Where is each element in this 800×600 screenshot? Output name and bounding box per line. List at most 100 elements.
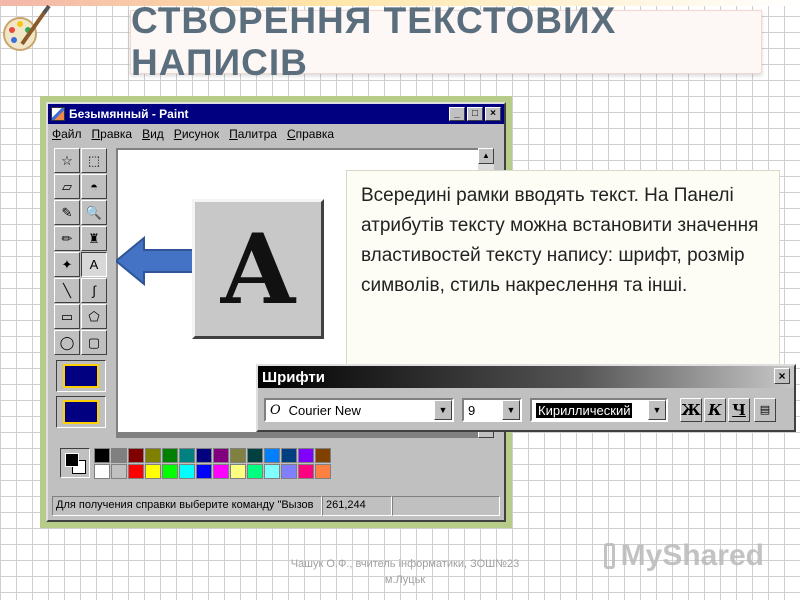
- left-arrow-icon: [116, 236, 195, 286]
- color-swatch[interactable]: [247, 448, 263, 463]
- color-swatch[interactable]: [264, 448, 280, 463]
- color-swatch[interactable]: [315, 448, 331, 463]
- font-size-value: 9: [468, 402, 476, 418]
- info-text-box: Всередині рамки вводять текст. На Панелі…: [346, 170, 780, 366]
- italic-button[interactable]: К: [704, 398, 726, 422]
- fonts-toolbar-titlebar[interactable]: Шрифти ×: [258, 366, 794, 388]
- color-swatches: [94, 448, 331, 479]
- background-mode-icon: [63, 364, 99, 388]
- watermark: MyShared: [604, 536, 764, 576]
- font-name-value: Courier New: [288, 402, 361, 418]
- info-text: Всередині рамки вводять текст. На Панелі…: [361, 185, 759, 296]
- fonts-toolbar-title: Шрифти: [262, 368, 325, 386]
- color-swatch[interactable]: [162, 464, 178, 479]
- bold-button[interactable]: Ж: [680, 398, 702, 422]
- polygon-icon[interactable]: ⬠: [81, 304, 107, 329]
- fonts-toolbar: Шрифти × O Courier New ▼ 9 ▼ Кириллическ…: [256, 364, 796, 432]
- color-picker-icon[interactable]: ✎: [54, 200, 80, 225]
- paint-titlebar[interactable]: Безымянный - Paint _ □ ×: [48, 104, 504, 124]
- color-swatch[interactable]: [230, 464, 246, 479]
- paint-window-title: Безымянный - Paint: [69, 107, 189, 121]
- color-swatch[interactable]: [162, 448, 178, 463]
- line-icon[interactable]: ╲: [54, 278, 80, 303]
- status-size: [392, 496, 500, 516]
- watermark-text: MyShared: [620, 539, 764, 572]
- color-swatch[interactable]: [145, 464, 161, 479]
- color-swatch[interactable]: [94, 448, 110, 463]
- truetype-icon: O: [270, 402, 281, 418]
- magnifier-icon[interactable]: 🔍: [81, 200, 107, 225]
- color-palette: [60, 444, 360, 484]
- color-swatch[interactable]: [298, 464, 314, 479]
- color-swatch[interactable]: [94, 464, 110, 479]
- pencil-icon[interactable]: ✏: [54, 226, 80, 251]
- footer-credit: Чашук О.Ф., вчитель інформатики, ЗОШ№23 …: [290, 558, 520, 586]
- color-swatch[interactable]: [213, 464, 229, 479]
- text-icon[interactable]: A: [81, 252, 107, 277]
- curve-icon[interactable]: ∫: [81, 278, 107, 303]
- color-swatch[interactable]: [128, 464, 144, 479]
- minimize-button[interactable]: _: [449, 107, 465, 121]
- foreground-color: [65, 453, 79, 467]
- monitor-icon: [604, 543, 615, 569]
- color-swatch[interactable]: [247, 464, 263, 479]
- font-size-select[interactable]: 9 ▼: [462, 398, 522, 422]
- color-swatch[interactable]: [230, 448, 246, 463]
- chevron-down-icon[interactable]: ▼: [502, 400, 520, 420]
- color-swatch[interactable]: [298, 448, 314, 463]
- opaque-background-option[interactable]: [56, 360, 106, 392]
- ellipse-icon[interactable]: ◯: [54, 330, 80, 355]
- toolbox: ☆ ⬚ ▱ ◓ ✎ 🔍 ✏ ♜ ✦ A ╲ ∫ ▭ ⬠ ◯ ▢: [52, 148, 110, 478]
- color-swatch[interactable]: [128, 448, 144, 463]
- slide-title: СТВОРЕННЯ ТЕКСТОВИХ НАПИСІВ: [131, 0, 617, 83]
- color-swatch[interactable]: [145, 448, 161, 463]
- color-swatch[interactable]: [264, 464, 280, 479]
- color-swatch[interactable]: [281, 464, 297, 479]
- color-swatch[interactable]: [281, 448, 297, 463]
- color-swatch[interactable]: [179, 464, 195, 479]
- status-help-text: Для получения справки выберите команду "…: [52, 496, 322, 516]
- current-colors: [60, 448, 90, 478]
- fill-icon[interactable]: ◓: [81, 174, 107, 199]
- color-swatch[interactable]: [111, 464, 127, 479]
- eraser-icon[interactable]: ▱: [54, 174, 80, 199]
- menu-palette[interactable]: Палитра: [229, 127, 277, 141]
- paint-app-icon: [51, 107, 65, 121]
- title-banner: СТВОРЕННЯ ТЕКСТОВИХ НАПИСІВ: [130, 0, 762, 83]
- rectangle-icon[interactable]: ▭: [54, 304, 80, 329]
- menu-help[interactable]: Справка: [287, 127, 334, 141]
- font-name-select[interactable]: O Courier New ▼: [264, 398, 454, 422]
- menu-view[interactable]: Вид: [142, 127, 164, 141]
- charset-value: Кириллический: [536, 402, 633, 418]
- paint-menubar: Файл Правка Вид Рисунок Палитра Справка: [48, 124, 504, 144]
- paint-statusbar: Для получения справки выберите команду "…: [52, 496, 500, 516]
- chevron-down-icon[interactable]: ▼: [434, 400, 452, 420]
- text-tool-enlarged: A: [192, 199, 324, 339]
- rounded-rect-icon[interactable]: ▢: [81, 330, 107, 355]
- maximize-button[interactable]: □: [467, 107, 483, 121]
- charset-select[interactable]: Кириллический ▼: [530, 398, 668, 422]
- color-swatch[interactable]: [196, 448, 212, 463]
- transparent-background-option[interactable]: [56, 396, 106, 428]
- close-button[interactable]: ×: [485, 107, 501, 121]
- color-swatch[interactable]: [111, 448, 127, 463]
- text-tool-letter: A: [220, 212, 296, 326]
- color-swatch[interactable]: [315, 464, 331, 479]
- chevron-down-icon[interactable]: ▼: [648, 400, 666, 420]
- select-icon[interactable]: ⬚: [81, 148, 107, 173]
- menu-edit[interactable]: Правка: [92, 127, 133, 141]
- free-select-icon[interactable]: ☆: [54, 148, 80, 173]
- scroll-up-button[interactable]: ▲: [478, 148, 494, 164]
- underline-button[interactable]: Ч: [728, 398, 750, 422]
- color-swatch[interactable]: [213, 448, 229, 463]
- fonts-close-button[interactable]: ×: [774, 368, 790, 384]
- color-swatch[interactable]: [196, 464, 212, 479]
- airbrush-icon[interactable]: ✦: [54, 252, 80, 277]
- status-coords: 261,244: [322, 496, 392, 516]
- color-swatch[interactable]: [179, 448, 195, 463]
- fonts-controls: O Courier New ▼ 9 ▼ Кириллический ▼ Ж К …: [264, 398, 788, 422]
- menu-file[interactable]: Файл: [52, 127, 82, 141]
- menu-image[interactable]: Рисунок: [174, 127, 219, 141]
- brush-icon[interactable]: ♜: [81, 226, 107, 251]
- vertical-text-button[interactable]: ▤: [754, 398, 776, 422]
